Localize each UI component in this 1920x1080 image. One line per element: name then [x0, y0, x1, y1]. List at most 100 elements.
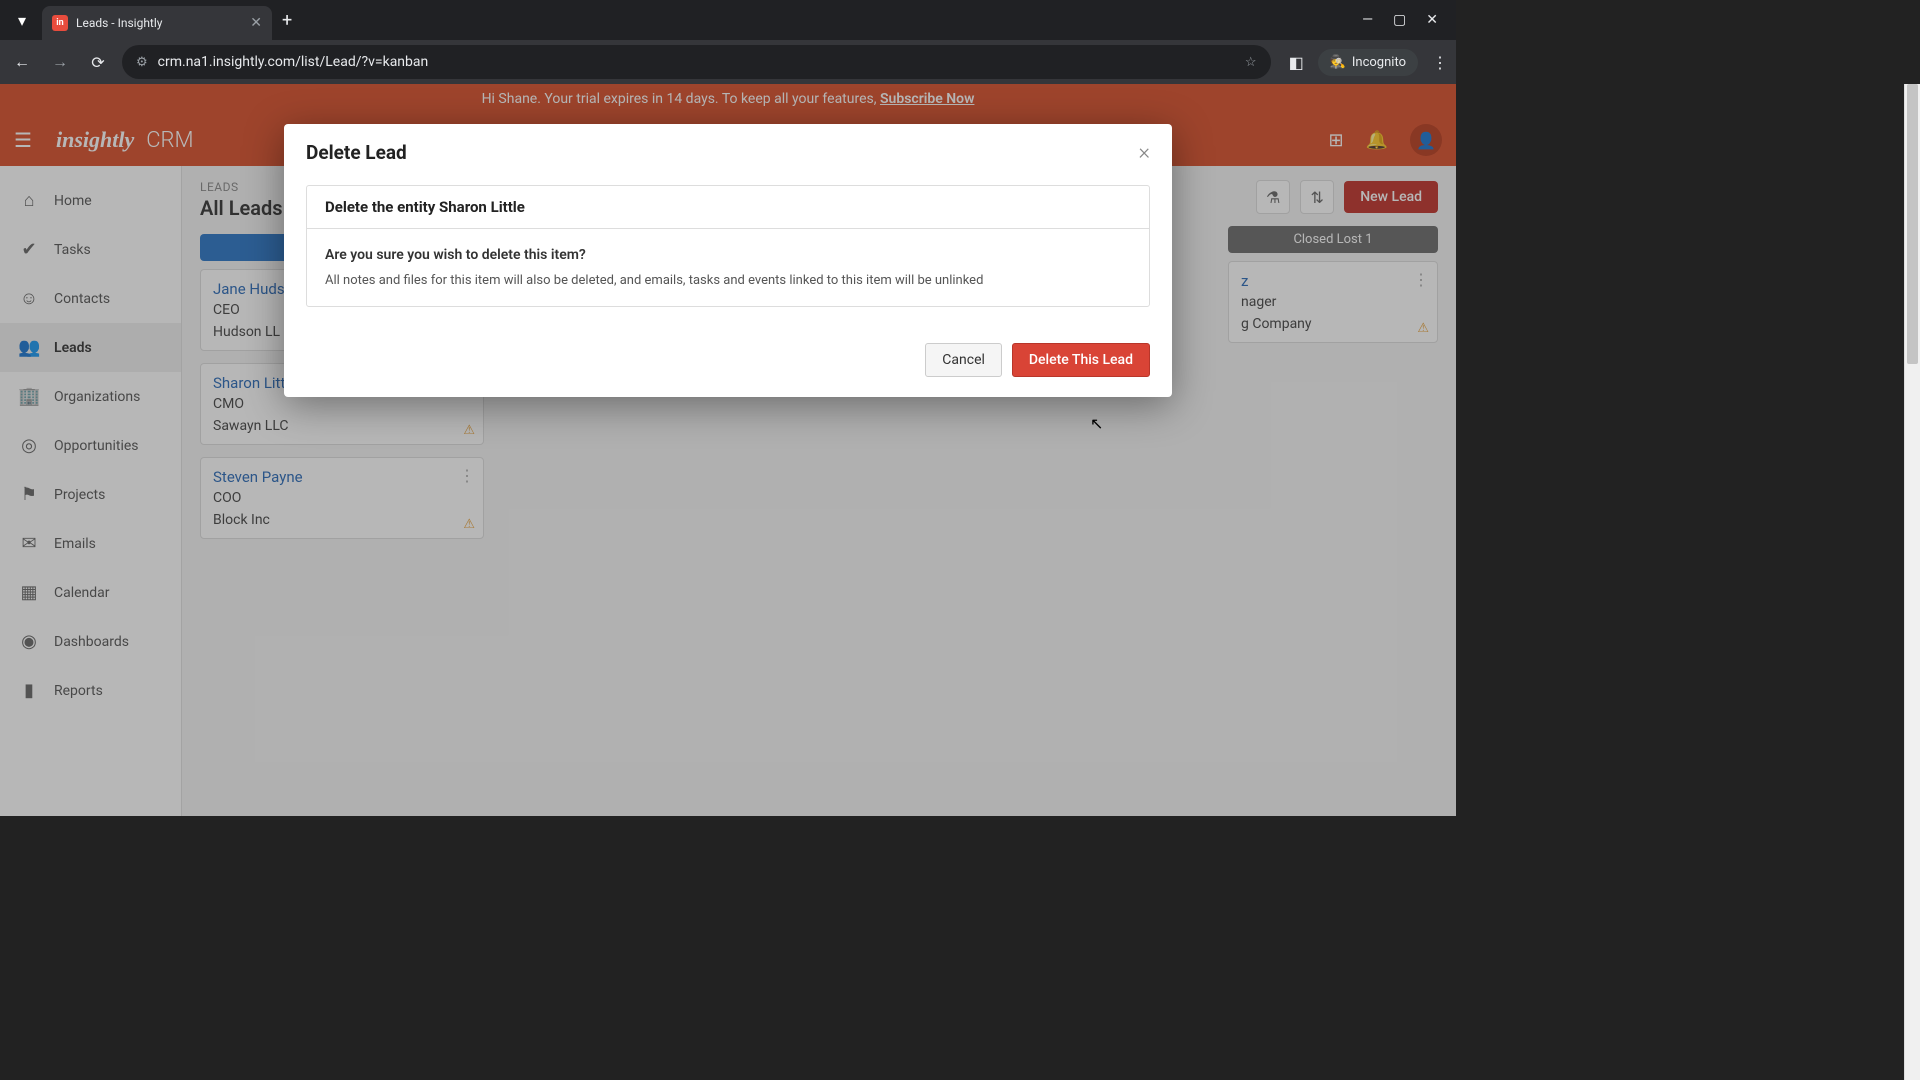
settings-icon[interactable]: ⇅ — [1300, 180, 1334, 214]
url-text: crm.na1.insightly.com/list/Lead/?v=kanba… — [158, 54, 1235, 70]
confirm-note: All notes and files for this item will a… — [325, 273, 1131, 288]
scrollbar-thumb[interactable] — [1907, 84, 1918, 364]
trial-text: Hi Shane. Your trial expires in 14 days.… — [482, 91, 880, 107]
modal-title: Delete Lead — [306, 141, 407, 164]
modal-close-icon[interactable]: × — [1138, 140, 1150, 165]
sidebar-label: Projects — [54, 487, 105, 503]
reports-icon: ▮ — [18, 680, 40, 701]
new-lead-button[interactable]: New Lead — [1344, 181, 1438, 213]
kanban-column-right: Closed Lost 1 ⋮ z nager g Company ⚠ — [1228, 226, 1438, 355]
avatar[interactable]: 👤 — [1410, 124, 1442, 156]
sidebar-label: Reports — [54, 683, 103, 699]
sidebar-item-contacts[interactable]: ☺ Contacts — [0, 274, 181, 323]
emails-icon: ✉ — [18, 533, 40, 554]
warning-icon: ⚠ — [463, 517, 475, 532]
dashboards-icon: ◉ — [18, 631, 40, 652]
sidebar-item-opportunities[interactable]: ◎ Opportunities — [0, 421, 181, 470]
reload-button[interactable]: ⟳ — [84, 48, 112, 76]
sidebar-label: Tasks — [54, 242, 91, 258]
tab-search-dropdown[interactable]: ▾ — [8, 6, 36, 34]
lead-role: COO — [213, 490, 471, 506]
opportunities-icon: ◎ — [18, 435, 40, 456]
logo[interactable]: insightly — [56, 127, 134, 153]
delete-lead-modal: Delete Lead × Delete the entity Sharon L… — [284, 124, 1172, 397]
tab-close-icon[interactable]: ✕ — [250, 15, 262, 31]
confirm-question: Are you sure you wish to delete this ite… — [325, 247, 1131, 263]
contacts-icon: ☺ — [18, 288, 40, 309]
incognito-icon: 🕵 — [1330, 55, 1346, 70]
lead-company: g Company — [1241, 316, 1425, 332]
sidebar-item-calendar[interactable]: ▦ Calendar — [0, 568, 181, 617]
sidebar-label: Home — [54, 193, 92, 209]
sidebar-label: Organizations — [54, 389, 140, 405]
address-bar[interactable]: ⚙ crm.na1.insightly.com/list/Lead/?v=kan… — [122, 45, 1271, 79]
sidebar-item-leads[interactable]: 👥 Leads — [0, 323, 181, 372]
lead-company: Sawayn LLC — [213, 418, 471, 434]
sidebar-item-reports[interactable]: ▮ Reports — [0, 666, 181, 715]
sidebar-item-tasks[interactable]: ✔ Tasks — [0, 225, 181, 274]
cancel-button[interactable]: Cancel — [925, 343, 1002, 377]
card-menu-icon[interactable]: ⋮ — [1413, 270, 1429, 289]
sidebar-item-organizations[interactable]: 🏢 Organizations — [0, 372, 181, 421]
leads-icon: 👥 — [18, 337, 40, 358]
forward-button[interactable]: → — [46, 48, 74, 76]
filter-icon[interactable]: ⚗ — [1256, 180, 1290, 214]
lead-role: CMO — [213, 396, 471, 412]
browser-chrome: ▾ in Leads - Insightly ✕ + ― ▢ ✕ ← → ⟳ ⚙… — [0, 0, 1456, 84]
sidebar-label: Leads — [54, 340, 92, 356]
close-window-icon[interactable]: ✕ — [1426, 12, 1438, 28]
incognito-label: Incognito — [1352, 55, 1406, 70]
lead-name[interactable]: z — [1241, 272, 1425, 290]
warning-icon: ⚠ — [463, 423, 475, 438]
product-label: CRM — [146, 128, 193, 153]
maximize-icon[interactable]: ▢ — [1393, 12, 1406, 28]
delete-this-lead-button[interactable]: Delete This Lead — [1012, 343, 1150, 377]
browser-menu-icon[interactable]: ⋮ — [1432, 53, 1448, 72]
trial-banner: Hi Shane. Your trial expires in 14 days.… — [0, 84, 1456, 114]
sidebar-item-projects[interactable]: ⚑Projects — [0, 470, 181, 519]
side-panel-icon[interactable]: ◧ — [1289, 53, 1304, 72]
avatar-icon: 👤 — [1416, 131, 1436, 150]
sidebar-item-home[interactable]: ⌂ Home — [0, 176, 181, 225]
tasks-icon: ✔ — [18, 239, 40, 260]
favicon: in — [52, 15, 68, 31]
page-title: All Leads — [200, 196, 283, 220]
breadcrumb: LEADS — [200, 180, 283, 194]
lead-role: nager — [1241, 294, 1425, 310]
tab-bar: ▾ in Leads - Insightly ✕ + ― ▢ ✕ — [0, 0, 1456, 40]
organizations-icon: 🏢 — [18, 386, 40, 407]
sidebar-label: Opportunities — [54, 438, 139, 454]
tab-title: Leads - Insightly — [76, 16, 244, 30]
card-menu-icon[interactable]: ⋮ — [459, 466, 475, 485]
browser-tab[interactable]: in Leads - Insightly ✕ — [42, 6, 272, 40]
incognito-badge[interactable]: 🕵 Incognito — [1318, 49, 1418, 76]
sidebar-label: Calendar — [54, 585, 110, 601]
sidebar-label: Contacts — [54, 291, 110, 307]
scrollbar[interactable] — [1904, 84, 1920, 1080]
window-controls: ― ▢ ✕ — [1362, 12, 1448, 28]
column-header: Closed Lost 1 — [1228, 226, 1438, 253]
bookmark-icon[interactable]: ☆ — [1245, 55, 1257, 70]
minimize-icon[interactable]: ― — [1362, 12, 1373, 28]
site-settings-icon[interactable]: ⚙ — [136, 55, 148, 70]
menu-icon[interactable]: ☰ — [14, 128, 42, 152]
back-button[interactable]: ← — [8, 48, 36, 76]
lead-card[interactable]: ⋮ z nager g Company ⚠ — [1228, 261, 1438, 343]
lead-name[interactable]: Steven Payne — [213, 468, 471, 486]
sidebar-label: Dashboards — [54, 634, 129, 650]
lead-card[interactable]: ⋮ Steven Payne COO Block Inc ⚠ — [200, 457, 484, 539]
sidebar-item-emails[interactable]: ✉ Emails — [0, 519, 181, 568]
app-viewport: Hi Shane. Your trial expires in 14 days.… — [0, 84, 1456, 816]
home-icon: ⌂ — [18, 190, 40, 211]
notifications-icon[interactable]: 🔔 — [1366, 130, 1388, 151]
warning-icon: ⚠ — [1417, 321, 1429, 336]
toolbar: ← → ⟳ ⚙ crm.na1.insightly.com/list/Lead/… — [0, 40, 1456, 84]
new-tab-button[interactable]: + — [282, 10, 292, 31]
calendar-icon: ▦ — [18, 582, 40, 603]
sidebar-label: Emails — [54, 536, 96, 552]
lead-company: Block Inc — [213, 512, 471, 528]
subscribe-link[interactable]: Subscribe Now — [880, 91, 974, 107]
add-icon[interactable]: ⊞ — [1328, 130, 1343, 151]
sidebar: ⌂ Home ✔ Tasks ☺ Contacts 👥 Leads 🏢 Organizat… — [0, 166, 182, 816]
sidebar-item-dashboards[interactable]: ◉ Dashboards — [0, 617, 181, 666]
